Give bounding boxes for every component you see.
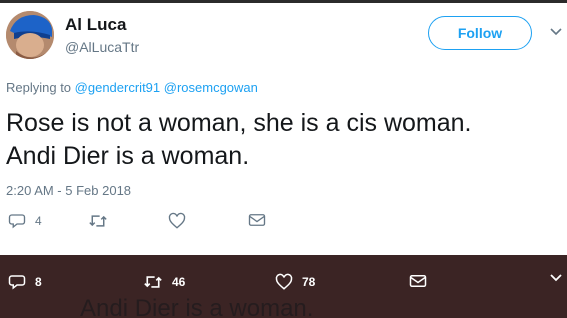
like-icon xyxy=(275,273,293,290)
like-icon xyxy=(168,212,186,229)
reply-count: 4 xyxy=(35,214,42,228)
tweet-text-line: Andi Dier is a woman. xyxy=(6,142,250,170)
message-button[interactable] xyxy=(409,273,427,289)
mention-link[interactable]: @gendercrit91 xyxy=(75,80,160,95)
message-button[interactable] xyxy=(248,212,266,228)
retweet-button[interactable] xyxy=(88,212,117,230)
tweet-page: Al Luca @AlLucaTtr Follow Replying to @g… xyxy=(0,0,567,318)
retweet-icon xyxy=(144,276,162,288)
top-border xyxy=(0,0,567,3)
sticky-action-bar: Andi Dier is a woman. 8 46 78 xyxy=(0,255,567,318)
reply-count: 8 xyxy=(35,275,42,289)
replying-to: Replying to @gendercrit91 @rosemcgowan xyxy=(6,80,258,95)
like-count: 78 xyxy=(302,275,316,289)
retweet-icon xyxy=(89,215,107,227)
reply-icon xyxy=(8,275,26,290)
like-button[interactable] xyxy=(168,212,195,230)
reply-button[interactable]: 4 xyxy=(8,212,42,230)
message-icon xyxy=(248,214,266,226)
like-button[interactable]: 78 xyxy=(275,273,315,291)
avatar[interactable] xyxy=(6,11,54,59)
retweet-count: 46 xyxy=(172,275,186,289)
mention-link[interactable]: @rosemcgowan xyxy=(164,80,258,95)
chevron-down-icon xyxy=(550,274,562,282)
chevron-down-icon[interactable] xyxy=(549,27,563,37)
tweet-text-line: Rose is not a woman, she is a cis woman. xyxy=(6,109,472,137)
reply-icon xyxy=(8,214,26,229)
retweet-button[interactable]: 46 xyxy=(143,273,185,291)
sticky-actions: 8 46 78 xyxy=(0,273,567,299)
tweet-actions: 4 xyxy=(0,212,567,238)
message-icon xyxy=(409,275,427,287)
follow-button[interactable]: Follow xyxy=(428,16,532,50)
reply-button[interactable]: 8 xyxy=(8,273,42,291)
more-options-button[interactable] xyxy=(549,273,563,283)
avatar-image xyxy=(6,11,54,59)
replying-prefix: Replying to xyxy=(6,80,72,95)
tweet-text: Rose is not a woman, she is a cis woman.… xyxy=(6,107,561,173)
tweet-timestamp[interactable]: 2:20 AM - 5 Feb 2018 xyxy=(6,183,131,198)
author-handle[interactable]: @AlLucaTtr xyxy=(65,39,139,55)
author-name[interactable]: Al Luca xyxy=(65,15,126,35)
